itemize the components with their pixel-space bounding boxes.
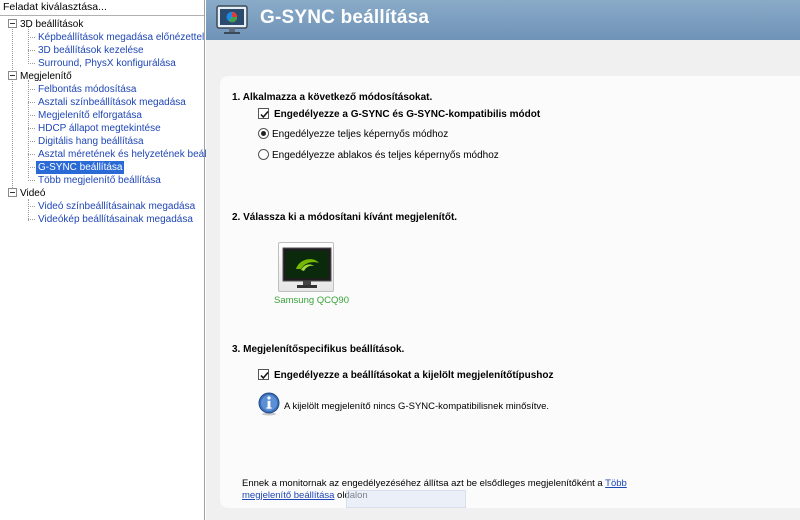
page-banner: G-SYNC beállítása xyxy=(206,0,800,40)
task-panel: Feladat kiválasztása... 3D beállítások K… xyxy=(0,0,230,520)
enable-gsync-checkbox[interactable] xyxy=(258,108,269,119)
tree-item-hdcp-status[interactable]: HDCP állapot megtekintése xyxy=(28,122,163,135)
settings-panel: G-SYNC beállítása 1. Alkalmazza a követk… xyxy=(206,0,800,520)
collapse-icon[interactable] xyxy=(8,188,17,197)
display-specific-checkbox-row[interactable]: Engedélyezze a beállításokat a kijelölt … xyxy=(258,369,554,381)
display-specific-checkbox[interactable] xyxy=(258,369,269,380)
category-label: Videó xyxy=(20,188,46,199)
category-label: Megjelenítő xyxy=(20,71,72,82)
tree-item-change-resolution[interactable]: Felbontás módosítása xyxy=(27,83,138,96)
radio-fullscreen-label: Engedélyezze teljes képernyős módhoz xyxy=(272,129,449,140)
tree-category-3d-settings[interactable]: 3D beállítások xyxy=(8,18,83,31)
display-tile-samsung[interactable] xyxy=(278,242,334,292)
tree-item-multiple-displays[interactable]: Több megjelenítő beállítása xyxy=(28,174,163,187)
tree-item-video-image[interactable]: Videókép beállításainak megadása xyxy=(28,213,195,226)
tree-item-image-settings-preview[interactable]: Képbeállítások megadása előnézettel xyxy=(27,31,206,44)
radio-windowed-fullscreen-label: Engedélyezze ablakos és teljes képernyős… xyxy=(272,150,499,161)
tree-item-surround-physx[interactable]: Surround, PhysX konfigurálása xyxy=(28,57,178,70)
radio-windowed-fullscreen[interactable] xyxy=(258,149,269,160)
tree-item-rotate-display[interactable]: Megjelenítő elforgatása xyxy=(28,109,144,122)
info-icon xyxy=(258,392,280,416)
enable-gsync-label: Engedélyezze a G-SYNC és G-SYNC-kompatib… xyxy=(274,109,541,120)
tree-connector xyxy=(28,199,29,221)
tree-item-digital-audio[interactable]: Digitális hang beállítása xyxy=(28,135,146,148)
display-specific-label: Engedélyezze a beállításokat a kijelölt … xyxy=(274,370,554,381)
display-name: Samsung QCQ90 xyxy=(274,295,349,306)
tree-item-gsync-setup[interactable]: G-SYNC beállítása xyxy=(27,161,125,174)
tree-item-video-color[interactable]: Videó színbeállításainak megadása xyxy=(27,200,197,213)
tree-connector xyxy=(12,26,13,192)
tree-category-display[interactable]: Megjelenítő xyxy=(8,70,72,83)
radio-windowed-fullscreen-row[interactable]: Engedélyezze ablakos és teljes képernyős… xyxy=(258,149,499,161)
radio-fullscreen[interactable] xyxy=(258,128,269,139)
info-message: A kijelölt megjelenítő nincs G-SYNC-komp… xyxy=(284,401,550,412)
category-label: 3D beállítások xyxy=(20,19,84,30)
collapse-icon[interactable] xyxy=(8,71,17,80)
task-panel-header: Feladat kiválasztása... xyxy=(0,0,204,14)
section-2-title: 2. Válassza ki a módosítani kívánt megje… xyxy=(232,212,458,223)
page-title: G-SYNC beállítása xyxy=(260,7,430,28)
tree-item-desktop-color[interactable]: Asztali színbeállítások megadása xyxy=(28,96,188,109)
checkmark-icon xyxy=(260,111,269,119)
tree-connector xyxy=(28,80,29,178)
collapse-icon[interactable] xyxy=(8,19,17,28)
faded-tooltip xyxy=(346,490,466,508)
settings-content: 1. Alkalmazza a következő módosításokat.… xyxy=(220,76,800,508)
display-settings-icon xyxy=(216,5,248,34)
footer-text-before: Ennek a monitornak az engedélyezéséhez á… xyxy=(242,478,606,489)
enable-gsync-checkbox-row[interactable]: Engedélyezze a G-SYNC és G-SYNC-kompatib… xyxy=(258,108,540,120)
section-3-title: 3. Megjelenítőspecifikus beállítások. xyxy=(232,344,405,355)
checkmark-icon xyxy=(260,372,269,380)
tree-item-manage-3d-settings[interactable]: 3D beállítások kezelése xyxy=(28,44,146,57)
tree-connector xyxy=(28,27,29,62)
radio-fullscreen-row[interactable]: Engedélyezze teljes képernyős módhoz xyxy=(258,128,448,140)
section-1-title: 1. Alkalmazza a következő módosításokat. xyxy=(232,92,433,103)
tree-item-desktop-size-position[interactable]: Asztal méretének és helyzetének beállítá… xyxy=(27,148,232,161)
tree-category-video[interactable]: Videó xyxy=(8,187,45,200)
task-tree: 3D beállítások Képbeállítások megadása e… xyxy=(0,15,230,520)
nvidia-monitor-icon xyxy=(282,247,332,288)
